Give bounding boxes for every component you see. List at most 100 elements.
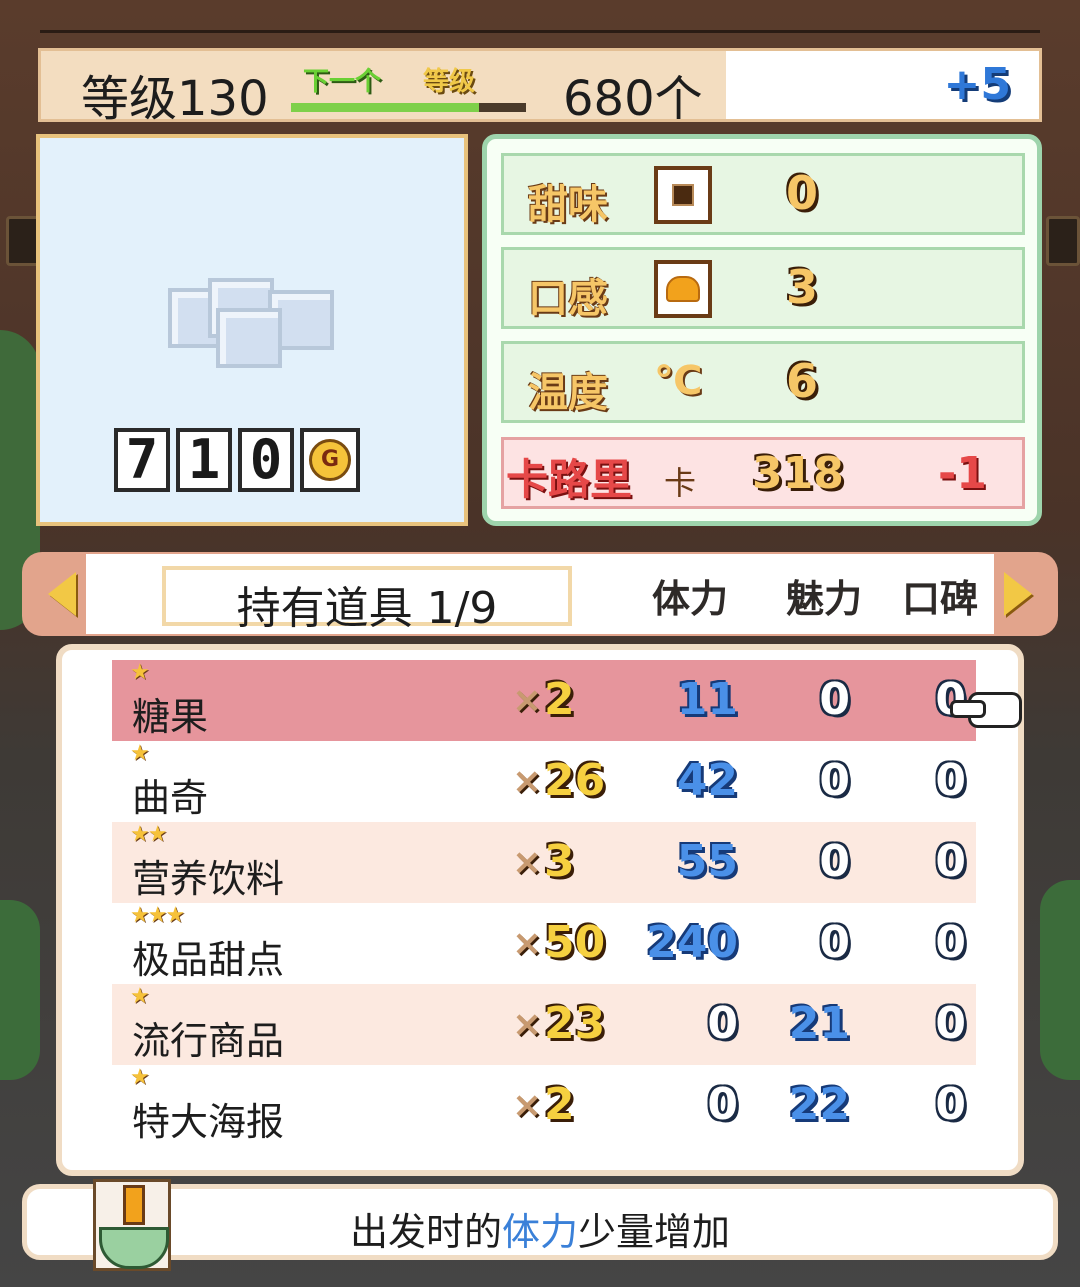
quantity-x: × <box>512 1004 543 1045</box>
item-quantity: 2 <box>544 1079 575 1130</box>
stat-value: 6 <box>786 354 819 408</box>
item-name: 曲奇 <box>132 776 209 820</box>
reputation-value: 0 <box>935 1079 966 1130</box>
description-before: 出发时的 <box>349 1210 502 1254</box>
arrow-right-icon <box>1004 572 1032 616</box>
item-list: ★ 糖果 × 2 11 0 0 ★ 曲奇 × 26 42 0 0 ★★ 营养饮料… <box>56 644 1024 1176</box>
item-quantity: 50 <box>544 917 606 968</box>
level-text: 等级130 <box>81 71 269 127</box>
exp-progress-fill <box>291 103 479 112</box>
level-bar: 等级130 下一个 等级 680个 +5 <box>38 48 1042 127</box>
prev-page-button[interactable] <box>32 564 92 624</box>
stamina-value: 240 <box>646 917 738 968</box>
charm-value: 0 <box>819 836 850 887</box>
lamp-icon <box>6 216 40 266</box>
column-reputation: 口碑 <box>902 577 979 621</box>
top-frame <box>40 30 1040 47</box>
charm-value: 0 <box>819 674 850 725</box>
rarity-stars-icon: ★★★ <box>130 903 185 928</box>
item-name: 特大海报 <box>132 1100 285 1144</box>
inventory-title: 持有道具 1/9 <box>236 583 498 634</box>
next-label: 下一个 <box>303 67 382 97</box>
description-after: 少量增加 <box>578 1210 731 1254</box>
price-display: 7 1 0 G <box>114 428 360 492</box>
quantity-x: × <box>512 761 543 802</box>
reputation-value: 0 <box>935 755 966 806</box>
item-name: 糖果 <box>132 695 209 739</box>
lamp-icon <box>1046 216 1080 266</box>
description-highlight: 体力 <box>501 1210 578 1254</box>
currency-box: G <box>300 428 360 492</box>
charm-value: 22 <box>788 1079 850 1130</box>
charm-value: 0 <box>819 755 850 806</box>
sugar-cubes-icon <box>168 278 338 378</box>
quantity-x: × <box>512 1085 543 1126</box>
stats-panel: 甜味 0 口感 3 温度 ℃ 6 卡路里 卡 318 -1 <box>482 134 1042 526</box>
calorie-unit: 卡 <box>664 464 697 502</box>
stamina-value: 11 <box>676 674 738 725</box>
description-bar: 出发时的体力少量增加 <box>22 1179 1058 1271</box>
stamina-value: 55 <box>676 836 738 887</box>
stat-name: 口感 <box>528 276 608 322</box>
bush-decoration <box>0 900 40 1080</box>
inventory-header: 持有道具 1/9 体力 魅力 口碑 <box>22 552 1058 636</box>
stat-value: 3 <box>786 260 819 314</box>
reputation-value: 0 <box>935 998 966 1049</box>
column-charm: 魅力 <box>786 577 863 621</box>
item-name: 营养饮料 <box>132 857 285 901</box>
inventory-header-bar: 持有道具 1/9 体力 魅力 口碑 <box>86 554 994 634</box>
arrow-left-icon <box>48 572 76 616</box>
item-quantity: 26 <box>544 755 606 806</box>
calorie-row: 卡路里 卡 318 -1 <box>501 437 1025 509</box>
bonus-badge: +5 <box>943 59 1011 110</box>
list-item[interactable]: ★ 流行商品 × 23 0 21 0 <box>112 984 976 1065</box>
stat-value: 0 <box>786 166 819 220</box>
price-digit: 1 <box>176 428 232 492</box>
stat-name: 甜味 <box>528 182 608 228</box>
pointing-hand-cursor-icon <box>950 688 1022 728</box>
description-text: 出发时的体力少量增加 <box>27 1201 1053 1256</box>
stamina-value: 42 <box>676 755 738 806</box>
sweet-icon <box>654 166 712 224</box>
calorie-delta: -1 <box>938 448 987 499</box>
list-item[interactable]: ★★★ 极品甜点 × 50 240 0 0 <box>112 903 976 984</box>
gold-coin-icon: G <box>309 439 351 481</box>
price-digit: 7 <box>114 428 170 492</box>
rarity-stars-icon: ★ <box>130 660 150 685</box>
list-item[interactable]: ★ 曲奇 × 26 42 0 0 <box>112 741 976 822</box>
rarity-stars-icon: ★★ <box>130 822 167 847</box>
stat-row-texture: 口感 3 <box>501 247 1025 329</box>
inventory-title-box: 持有道具 1/9 <box>162 566 572 634</box>
item-quantity: 23 <box>544 998 606 1049</box>
celsius-icon: ℃ <box>654 358 703 404</box>
charm-value: 0 <box>819 917 850 968</box>
stat-name: 温度 <box>528 370 608 416</box>
charm-value: 21 <box>788 998 850 1049</box>
rarity-stars-icon: ★ <box>130 1065 150 1090</box>
item-preview-panel: 7 1 0 G <box>36 134 468 526</box>
exp-progress-bar <box>291 103 526 112</box>
rarity-stars-icon: ★ <box>130 741 150 766</box>
item-count: 680个 <box>563 71 703 127</box>
list-item[interactable]: ★★ 营养饮料 × 3 55 0 0 <box>112 822 976 903</box>
texture-icon <box>654 260 712 318</box>
bush-decoration <box>1040 880 1080 1080</box>
stamina-value: 0 <box>707 998 738 1049</box>
reputation-value: 0 <box>935 917 966 968</box>
next-page-button[interactable] <box>988 564 1048 624</box>
reputation-value: 0 <box>935 836 966 887</box>
calorie-label: 卡路里 <box>506 455 633 504</box>
calorie-value: 318 <box>752 448 844 499</box>
column-stamina: 体力 <box>652 577 729 621</box>
list-item[interactable]: ★ 糖果 × 2 11 0 0 <box>112 660 976 741</box>
quantity-x: × <box>512 923 543 964</box>
quantity-x: × <box>512 680 543 721</box>
stat-row-sweetness: 甜味 0 <box>501 153 1025 235</box>
item-name: 流行商品 <box>132 1019 285 1063</box>
level-label: 等级 <box>423 67 476 97</box>
price-digit: 0 <box>238 428 294 492</box>
stamina-value: 0 <box>707 1079 738 1130</box>
item-quantity: 2 <box>544 674 575 725</box>
stat-row-temperature: 温度 ℃ 6 <box>501 341 1025 423</box>
list-item[interactable]: ★ 特大海报 × 2 0 22 0 <box>112 1065 976 1146</box>
